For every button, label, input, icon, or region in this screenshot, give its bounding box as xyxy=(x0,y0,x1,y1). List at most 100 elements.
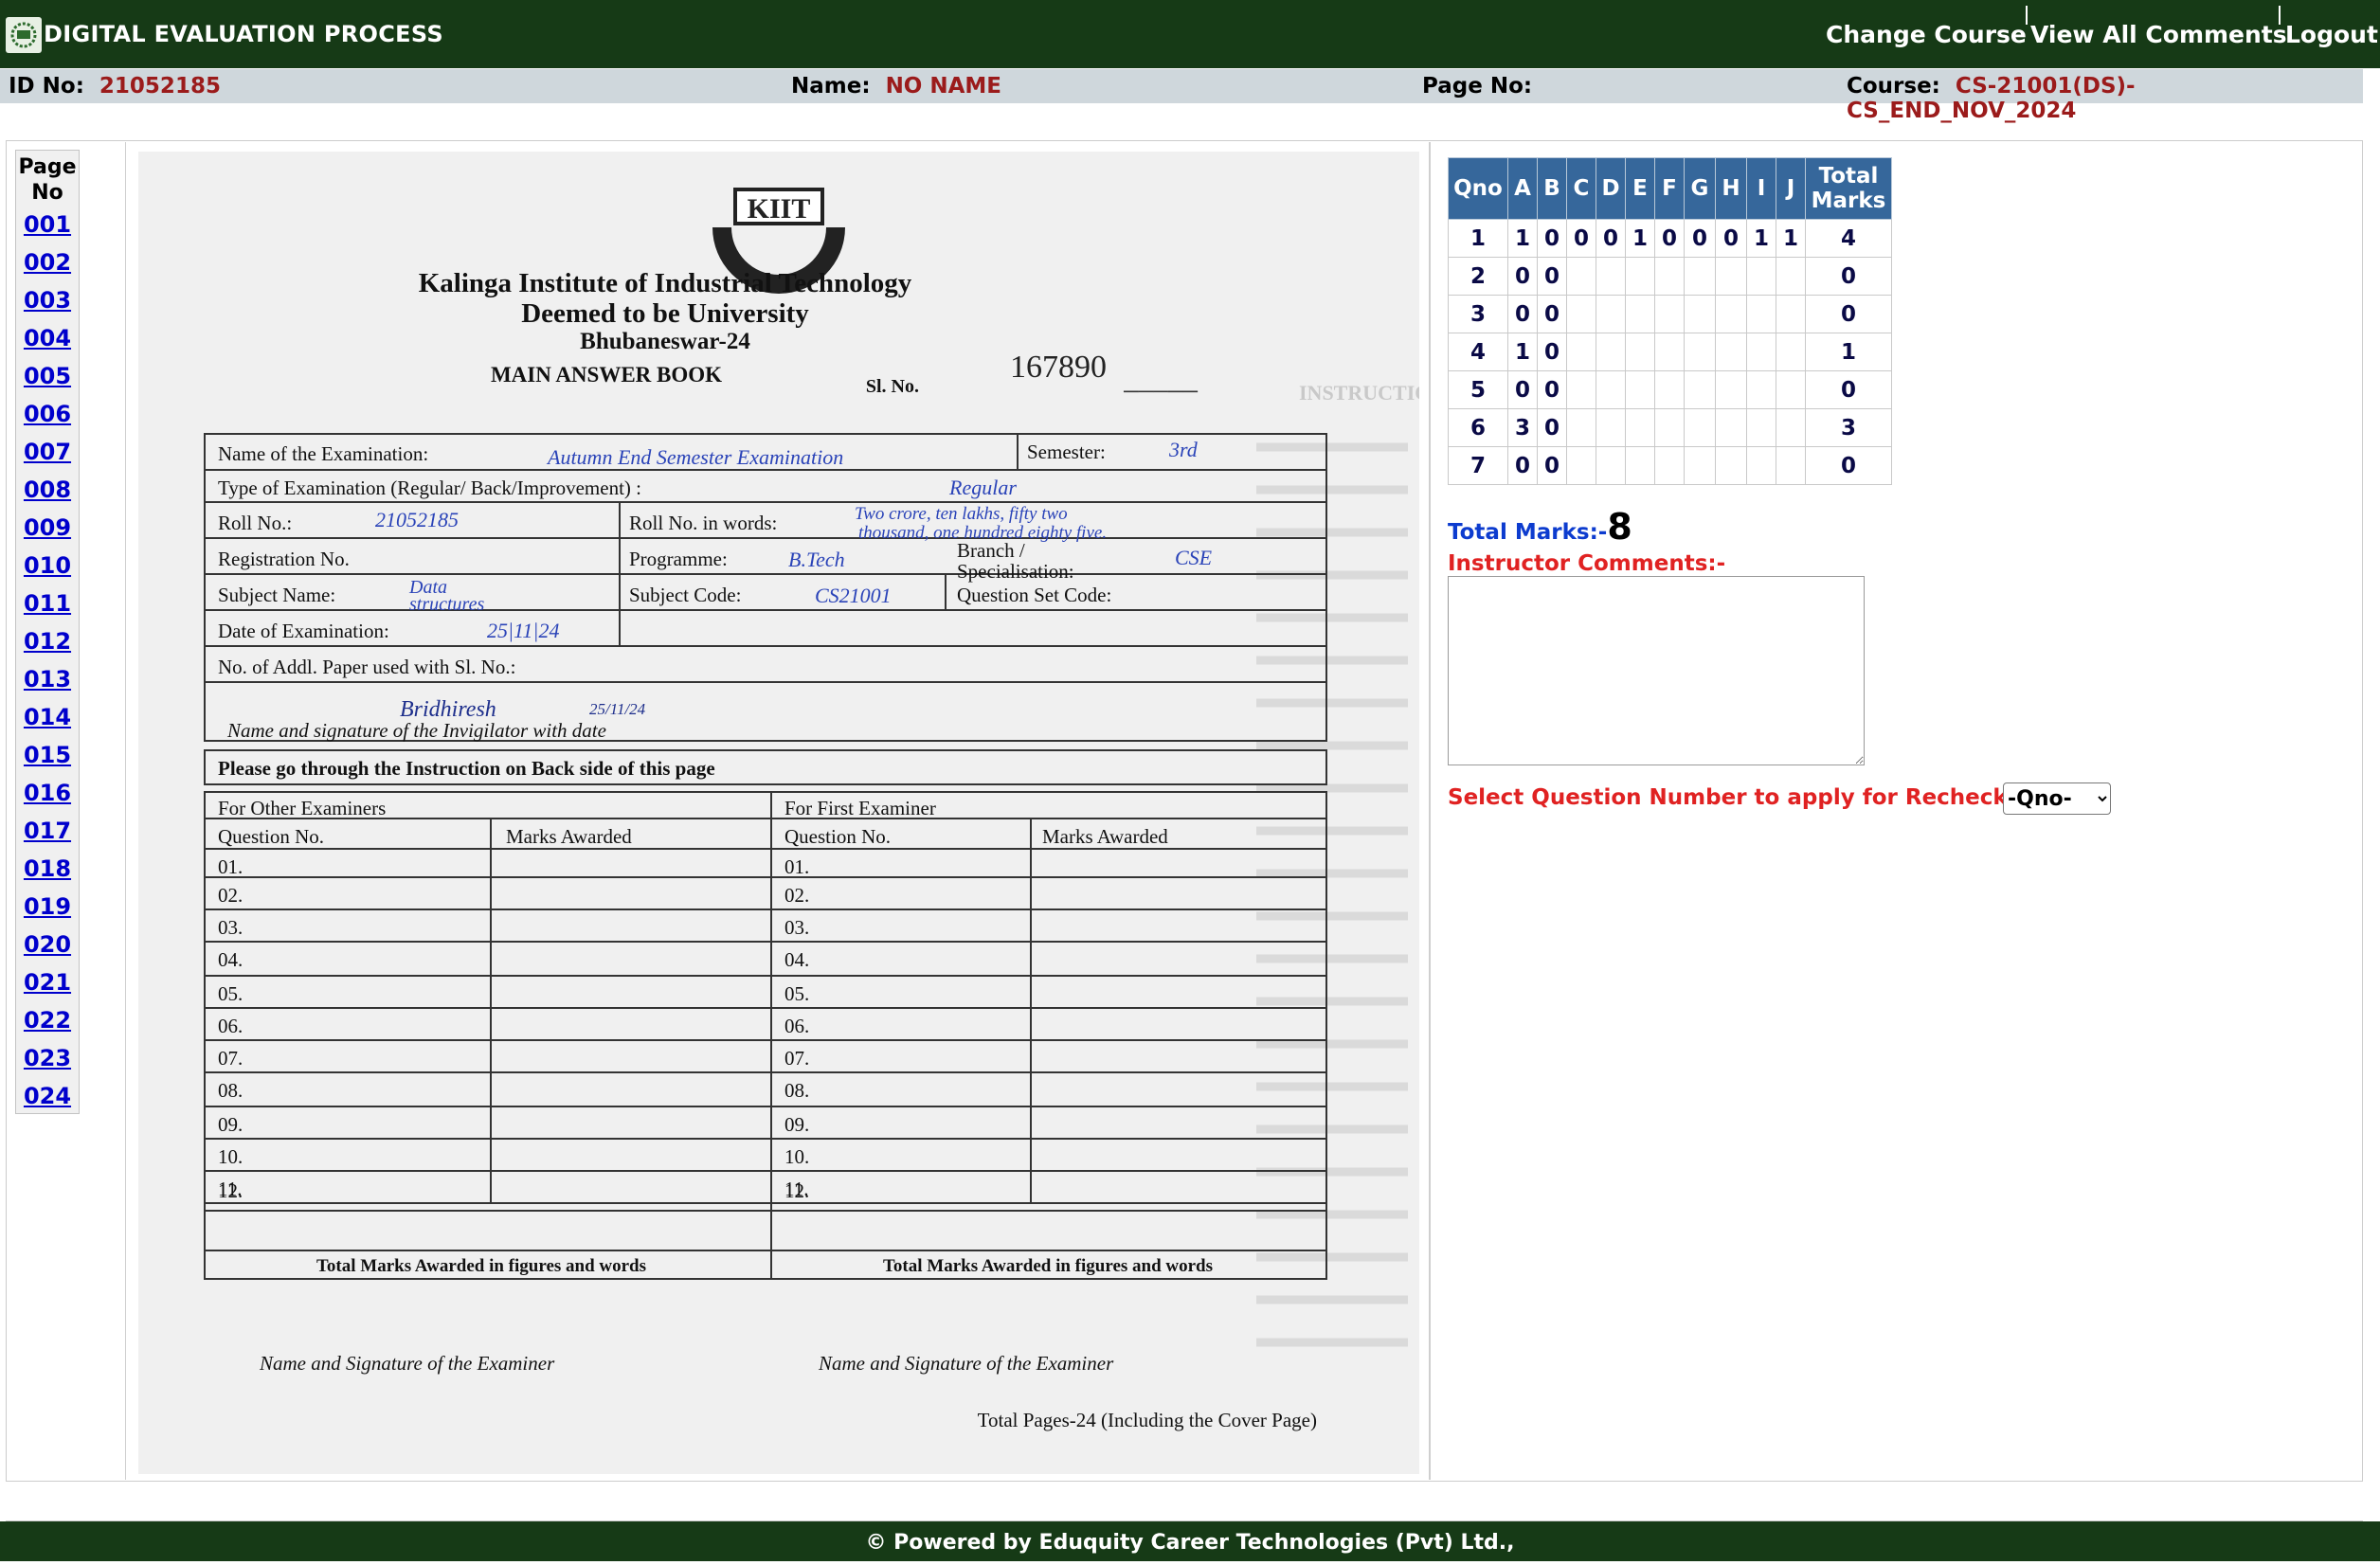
marks-cell: 0 xyxy=(1507,257,1538,296)
page-link-020[interactable]: 020 xyxy=(16,926,79,963)
page-link-024[interactable]: 024 xyxy=(16,1077,79,1115)
answer-sheet-viewer[interactable]: INSTRUCTIONS FOR THE CANDIDATES KIIT xyxy=(127,142,1697,1480)
view-all-comments-link[interactable]: View All Comments xyxy=(2030,21,2287,48)
page-link-019[interactable]: 019 xyxy=(16,888,79,926)
page-link-016[interactable]: 016 xyxy=(16,774,79,812)
roll-label: Roll No.: xyxy=(218,512,292,534)
page-link-009[interactable]: 009 xyxy=(16,509,79,547)
page-link-017[interactable]: 017 xyxy=(16,812,79,850)
page-label: Page No: xyxy=(1422,74,1533,99)
page-link-002[interactable]: 002 xyxy=(16,243,79,281)
question-row-label-left: 04. xyxy=(218,948,243,971)
marks-cell xyxy=(1746,370,1776,409)
page-link-001[interactable]: 001 xyxy=(16,206,79,243)
marks-cell: 0 xyxy=(1507,295,1538,333)
page-info: Page No: xyxy=(1422,74,1532,99)
question-row-label-left: 06. xyxy=(218,1015,243,1037)
marks-cell xyxy=(1566,408,1596,447)
page-link-021[interactable]: 021 xyxy=(16,963,79,1001)
marks-header-e: E xyxy=(1625,157,1655,220)
page-link-003[interactable]: 003 xyxy=(16,281,79,319)
marks-cell xyxy=(1776,446,1806,485)
question-row-label-right: 03. xyxy=(784,916,809,939)
roll-words-label: Roll No. in words: xyxy=(629,512,777,534)
page-nav-heading-line1: Page xyxy=(18,155,77,179)
marks-cell xyxy=(1715,408,1747,447)
marks-cell: 0 xyxy=(1654,219,1685,258)
marks-cell xyxy=(1596,408,1626,447)
page-link-018[interactable]: 018 xyxy=(16,850,79,888)
marks-cell xyxy=(1596,446,1626,485)
marks-cell xyxy=(1684,257,1716,296)
page-link-010[interactable]: 010 xyxy=(16,547,79,585)
marks-cell: 0 xyxy=(1537,257,1567,296)
marks-cell xyxy=(1566,370,1596,409)
marks-cell: 1 xyxy=(1625,219,1655,258)
book-title: MAIN ANSWER BOOK xyxy=(491,363,722,387)
marks-cell: 3 xyxy=(1805,408,1892,447)
marks-cell: 0 xyxy=(1537,219,1567,258)
marks-cell xyxy=(1746,446,1776,485)
marks-cell xyxy=(1566,446,1596,485)
page-link-006[interactable]: 006 xyxy=(16,395,79,433)
page-link-005[interactable]: 005 xyxy=(16,357,79,395)
page-link-022[interactable]: 022 xyxy=(16,1001,79,1039)
institute-name: Kalinga Institute of Industrial Technolo… xyxy=(419,268,912,298)
marks-row: 5000 xyxy=(1448,370,1892,409)
marks-cell: 0 xyxy=(1805,370,1892,409)
marks-cell: 0 xyxy=(1805,257,1892,296)
recheck-question-select[interactable]: -Qno- xyxy=(2003,782,2111,815)
marks-header-g: G xyxy=(1684,157,1716,220)
marks-cell: 0 xyxy=(1566,219,1596,258)
programme-value: B.Tech xyxy=(788,548,845,571)
total-marks-words-right: Total Marks Awarded in figures and words xyxy=(883,1256,1213,1276)
instructor-comments-label: Instructor Comments:- xyxy=(1448,551,1726,576)
page-link-014[interactable]: 014 xyxy=(16,698,79,736)
marks-cell xyxy=(1715,257,1747,296)
logout-link[interactable]: Logout xyxy=(2285,21,2378,48)
marks-cell xyxy=(1625,333,1655,371)
marks-cell xyxy=(1746,257,1776,296)
marks-cell: 0 xyxy=(1715,219,1747,258)
page-link-007[interactable]: 007 xyxy=(16,433,79,471)
marks-cell: 0 xyxy=(1537,295,1567,333)
examiner-marks-table xyxy=(204,791,1327,1280)
page-link-012[interactable]: 012 xyxy=(16,622,79,660)
marks-cell xyxy=(1684,408,1716,447)
exam-type-label: Type of Examination (Regular/ Back/Impro… xyxy=(218,477,641,499)
page-link-023[interactable]: 023 xyxy=(16,1039,79,1077)
marks-cell: 0 xyxy=(1537,370,1567,409)
page-link-004[interactable]: 004 xyxy=(16,319,79,357)
page-navigator: Page No 001 002 003 004 005 006 007 008 009 010 01… xyxy=(15,150,80,1114)
question-row-label-right: 06. xyxy=(784,1015,809,1037)
question-row-label-left: 02. xyxy=(218,884,243,907)
instructor-comments-input[interactable] xyxy=(1448,576,1865,765)
marks-cell: 0 xyxy=(1805,446,1892,485)
marks-cell xyxy=(1596,333,1626,371)
marks-cell: 4 xyxy=(1448,333,1508,371)
question-row-label-left: 05. xyxy=(218,982,243,1005)
marks-cell xyxy=(1625,370,1655,409)
examiner-signature-left: Name and Signature of the Examiner xyxy=(259,1352,555,1375)
marks-row: 3000 xyxy=(1448,295,1892,333)
marks-header-c: C xyxy=(1566,157,1596,220)
page-link-011[interactable]: 011 xyxy=(16,585,79,622)
marks-header-total-marks: Total Marks xyxy=(1805,157,1892,220)
page-link-013[interactable]: 013 xyxy=(16,660,79,698)
page-link-008[interactable]: 008 xyxy=(16,471,79,509)
marks-cell: 0 xyxy=(1537,408,1567,447)
marks-cell xyxy=(1715,446,1747,485)
question-row-label-left: 03. xyxy=(218,916,243,939)
marks-cell xyxy=(1566,333,1596,371)
marks-row: 110001000114 xyxy=(1448,219,1892,258)
id-info: ID No: 21052185 xyxy=(9,74,221,99)
page-link-015[interactable]: 015 xyxy=(16,736,79,774)
marks-cell: 3 xyxy=(1448,295,1508,333)
marks-table-body: 110001000114200030004101500063037000 xyxy=(1448,219,1892,485)
answer-sheet-page: INSTRUCTIONS FOR THE CANDIDATES KIIT xyxy=(138,152,1697,1474)
change-course-link[interactable]: Change Course xyxy=(1826,21,2027,48)
marks-cell xyxy=(1596,257,1626,296)
institute-city: Bhubaneswar-24 xyxy=(580,329,750,354)
marks-cell xyxy=(1776,370,1806,409)
total-marks-words-left: Total Marks Awarded in figures and words xyxy=(316,1256,646,1276)
